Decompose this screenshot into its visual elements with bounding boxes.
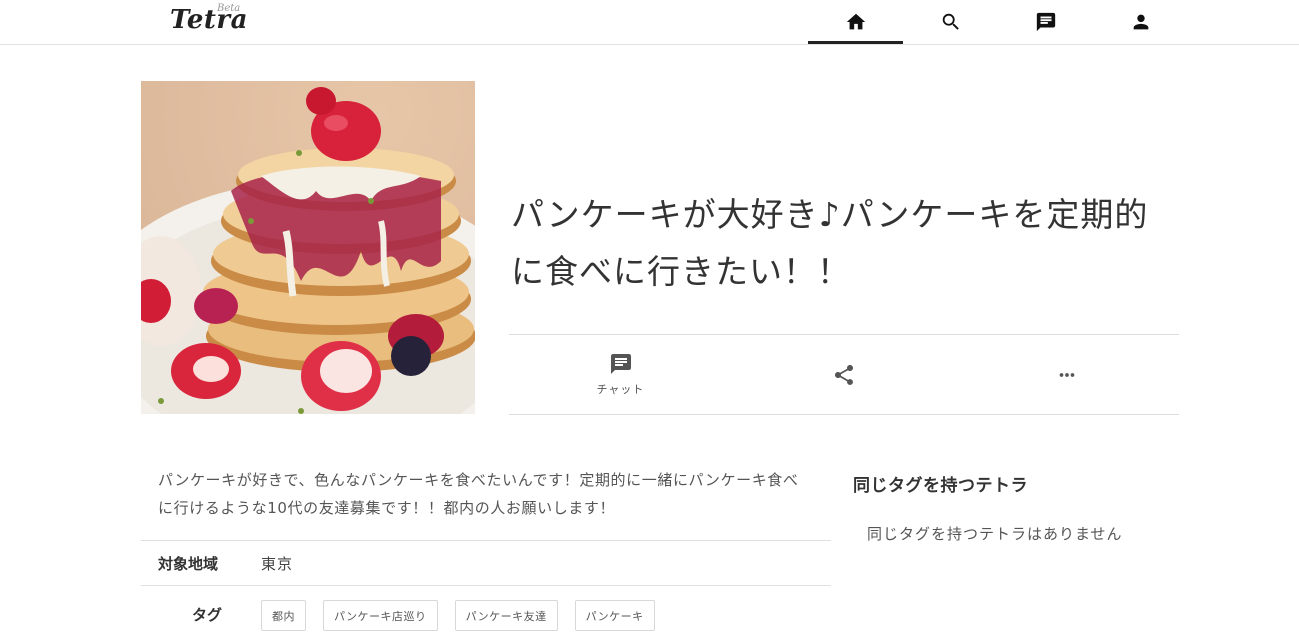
related-tetras-empty: 同じタグを持つテトラはありません — [867, 525, 1123, 543]
chat-button-label: チャット — [596, 383, 645, 396]
chat-button[interactable]: チャット — [509, 335, 732, 414]
region-label: 対象地域 — [158, 555, 219, 573]
region-row: 対象地域 東京 — [141, 540, 831, 585]
post-actions: チャット — [509, 334, 1179, 415]
more-horizontal-icon — [1059, 372, 1075, 377]
post-description: パンケーキが好きで、色んなパンケーキを食べたいんです！定期的に一緒にパンケーキ食… — [158, 471, 799, 517]
more-button[interactable] — [955, 335, 1179, 414]
tag-list: 都内 パンケーキ店巡り パンケーキ友達 パンケーキ — [261, 600, 655, 631]
logo-beta-label: Beta — [217, 3, 241, 14]
post-title: パンケーキが大好き♪パンケーキを定期的に食べに行きたい！！ — [511, 195, 1149, 291]
chat-icon — [1036, 12, 1055, 32]
related-tetras-title: 同じタグを持つテトラ — [853, 476, 1028, 496]
home-icon — [846, 13, 865, 30]
nav-search[interactable] — [903, 0, 998, 44]
pancake-illustration — [141, 81, 475, 414]
nav-chat[interactable] — [998, 0, 1093, 44]
top-header: Tetra Beta — [0, 0, 1299, 45]
search-icon — [942, 13, 959, 30]
share-button[interactable] — [732, 335, 955, 414]
tag-chip[interactable]: パンケーキ店巡り — [323, 600, 438, 631]
tags-row: タグ 都内 パンケーキ店巡り パンケーキ友達 パンケーキ — [141, 585, 831, 634]
tag-chip[interactable]: パンケーキ友達 — [454, 600, 558, 631]
nav-profile[interactable] — [1093, 0, 1188, 44]
region-value: 東京 — [261, 555, 294, 573]
post-image — [141, 81, 475, 414]
nav-home[interactable] — [808, 0, 903, 44]
user-icon — [1133, 14, 1148, 30]
tags-label: タグ — [192, 606, 223, 624]
chat-icon — [610, 354, 631, 374]
share-icon — [834, 364, 853, 385]
tag-chip[interactable]: 都内 — [261, 600, 306, 631]
tag-chip[interactable]: パンケーキ — [574, 600, 655, 631]
